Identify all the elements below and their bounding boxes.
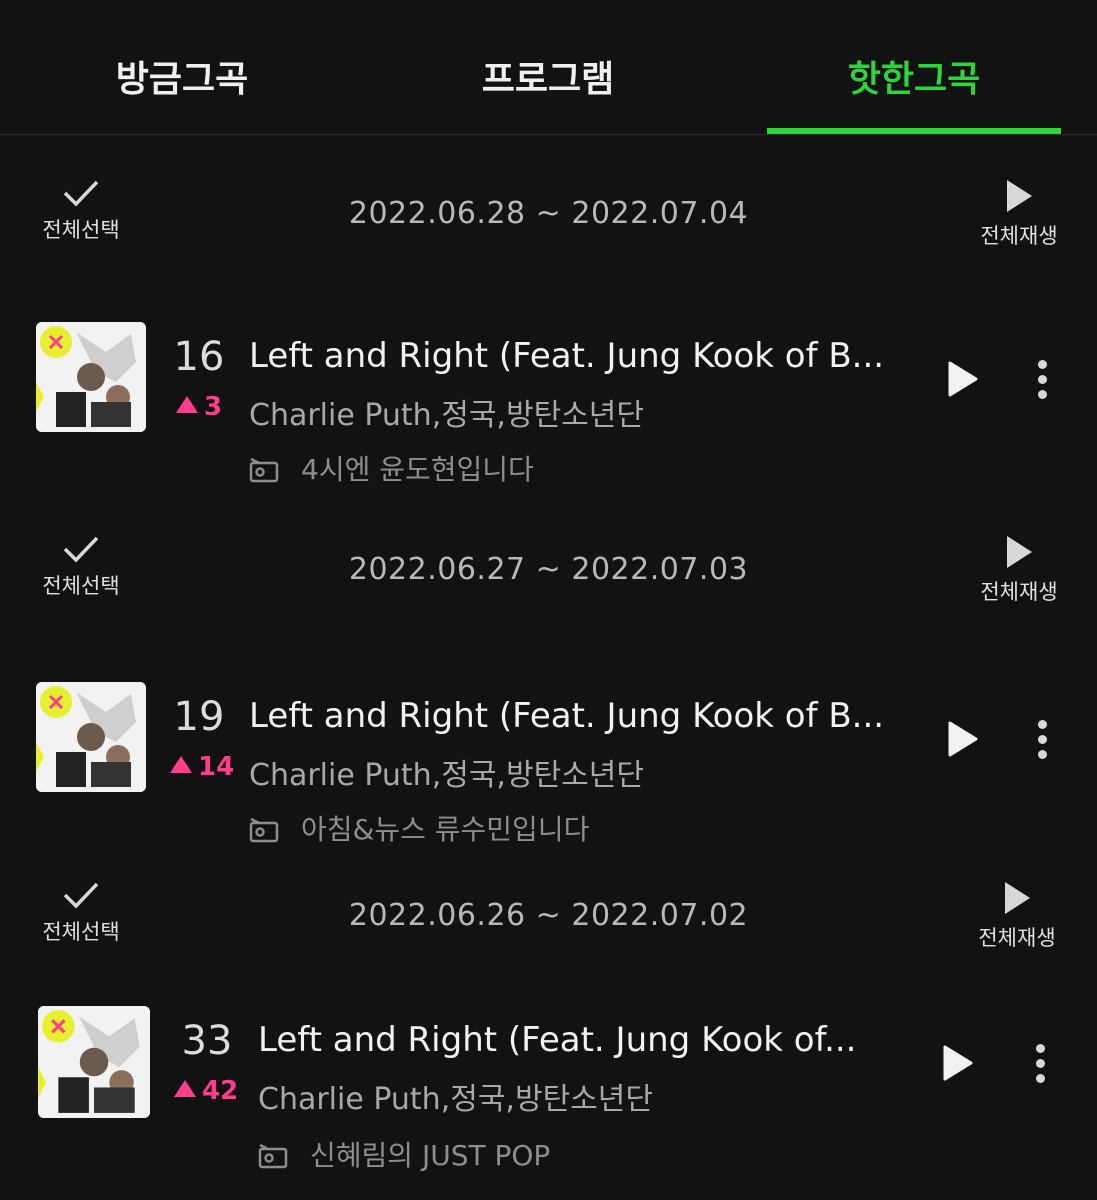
chart-rank: 19 <box>173 694 225 740</box>
song-title: Left and Right (Feat. Jung Kook of B... <box>249 696 885 736</box>
rank-change-value: 14 <box>198 752 235 782</box>
active-tab-indicator <box>767 128 1061 134</box>
radio-icon <box>249 457 279 483</box>
rank-change: 14 <box>170 752 234 782</box>
program-label: 신혜림의 JUST POP <box>310 1139 551 1172</box>
program-name[interactable]: 4시엔 윤도현입니다 <box>249 448 534 488</box>
play-icon <box>1005 882 1030 914</box>
album-cover <box>36 682 146 792</box>
play-all-button[interactable]: 전체재생 <box>972 880 1062 952</box>
play-icon <box>1007 536 1032 568</box>
play-icon[interactable] <box>947 720 979 758</box>
rank-up-icon <box>174 1080 196 1097</box>
radio-icon <box>258 1143 288 1169</box>
program-name[interactable]: 아침&뉴스 류수민입니다 <box>249 808 589 848</box>
date-range: 2022.06.28 ~ 2022.07.04 <box>348 196 749 231</box>
radio-icon <box>249 817 279 843</box>
tab-hot-song[interactable]: 핫한그곡 <box>764 50 1064 102</box>
program-label: 4시엔 윤도현입니다 <box>301 453 534 486</box>
rank-change: 3 <box>176 392 222 422</box>
rank-change: 42 <box>174 1076 238 1106</box>
play-all-button[interactable]: 전체재생 <box>974 534 1064 606</box>
play-icon <box>1007 180 1032 212</box>
play-icon[interactable] <box>942 1044 974 1082</box>
play-all-label: 전체재생 <box>980 580 1058 604</box>
more-vertical-icon[interactable] <box>1030 1044 1050 1089</box>
more-vertical-icon[interactable] <box>1032 360 1052 405</box>
rank-change-value: 3 <box>204 392 223 422</box>
play-all-label: 전체재생 <box>980 224 1058 248</box>
album-cover <box>36 322 146 432</box>
album-cover <box>38 1006 150 1118</box>
tab-bar: 방금그곡 프로그램 핫한그곡 <box>0 0 1097 135</box>
date-range: 2022.06.26 ~ 2022.07.02 <box>348 898 749 933</box>
song-title: Left and Right (Feat. Jung Kook of... <box>258 1020 857 1060</box>
song-artist: Charlie Puth,정국,방탄소년단 <box>258 1082 653 1117</box>
chart-rank: 33 <box>181 1018 233 1064</box>
song-title: Left and Right (Feat. Jung Kook of B... <box>249 336 885 376</box>
tab-program[interactable]: 프로그램 <box>398 50 698 102</box>
play-icon[interactable] <box>947 360 979 398</box>
program-name[interactable]: 신혜림의 JUST POP <box>258 1134 550 1174</box>
rank-change-value: 42 <box>202 1076 239 1106</box>
date-range: 2022.06.27 ~ 2022.07.03 <box>348 552 749 587</box>
rank-up-icon <box>176 396 198 413</box>
more-vertical-icon[interactable] <box>1032 720 1052 765</box>
rank-up-icon <box>170 756 192 773</box>
play-all-label: 전체재생 <box>978 926 1056 950</box>
song-artist: Charlie Puth,정국,방탄소년단 <box>249 398 644 433</box>
chart-rank: 16 <box>173 334 225 380</box>
program-label: 아침&뉴스 류수민입니다 <box>301 813 590 846</box>
song-artist: Charlie Puth,정국,방탄소년단 <box>249 758 644 793</box>
tab-recent-song[interactable]: 방금그곡 <box>32 50 332 102</box>
play-all-button[interactable]: 전체재생 <box>974 178 1064 250</box>
